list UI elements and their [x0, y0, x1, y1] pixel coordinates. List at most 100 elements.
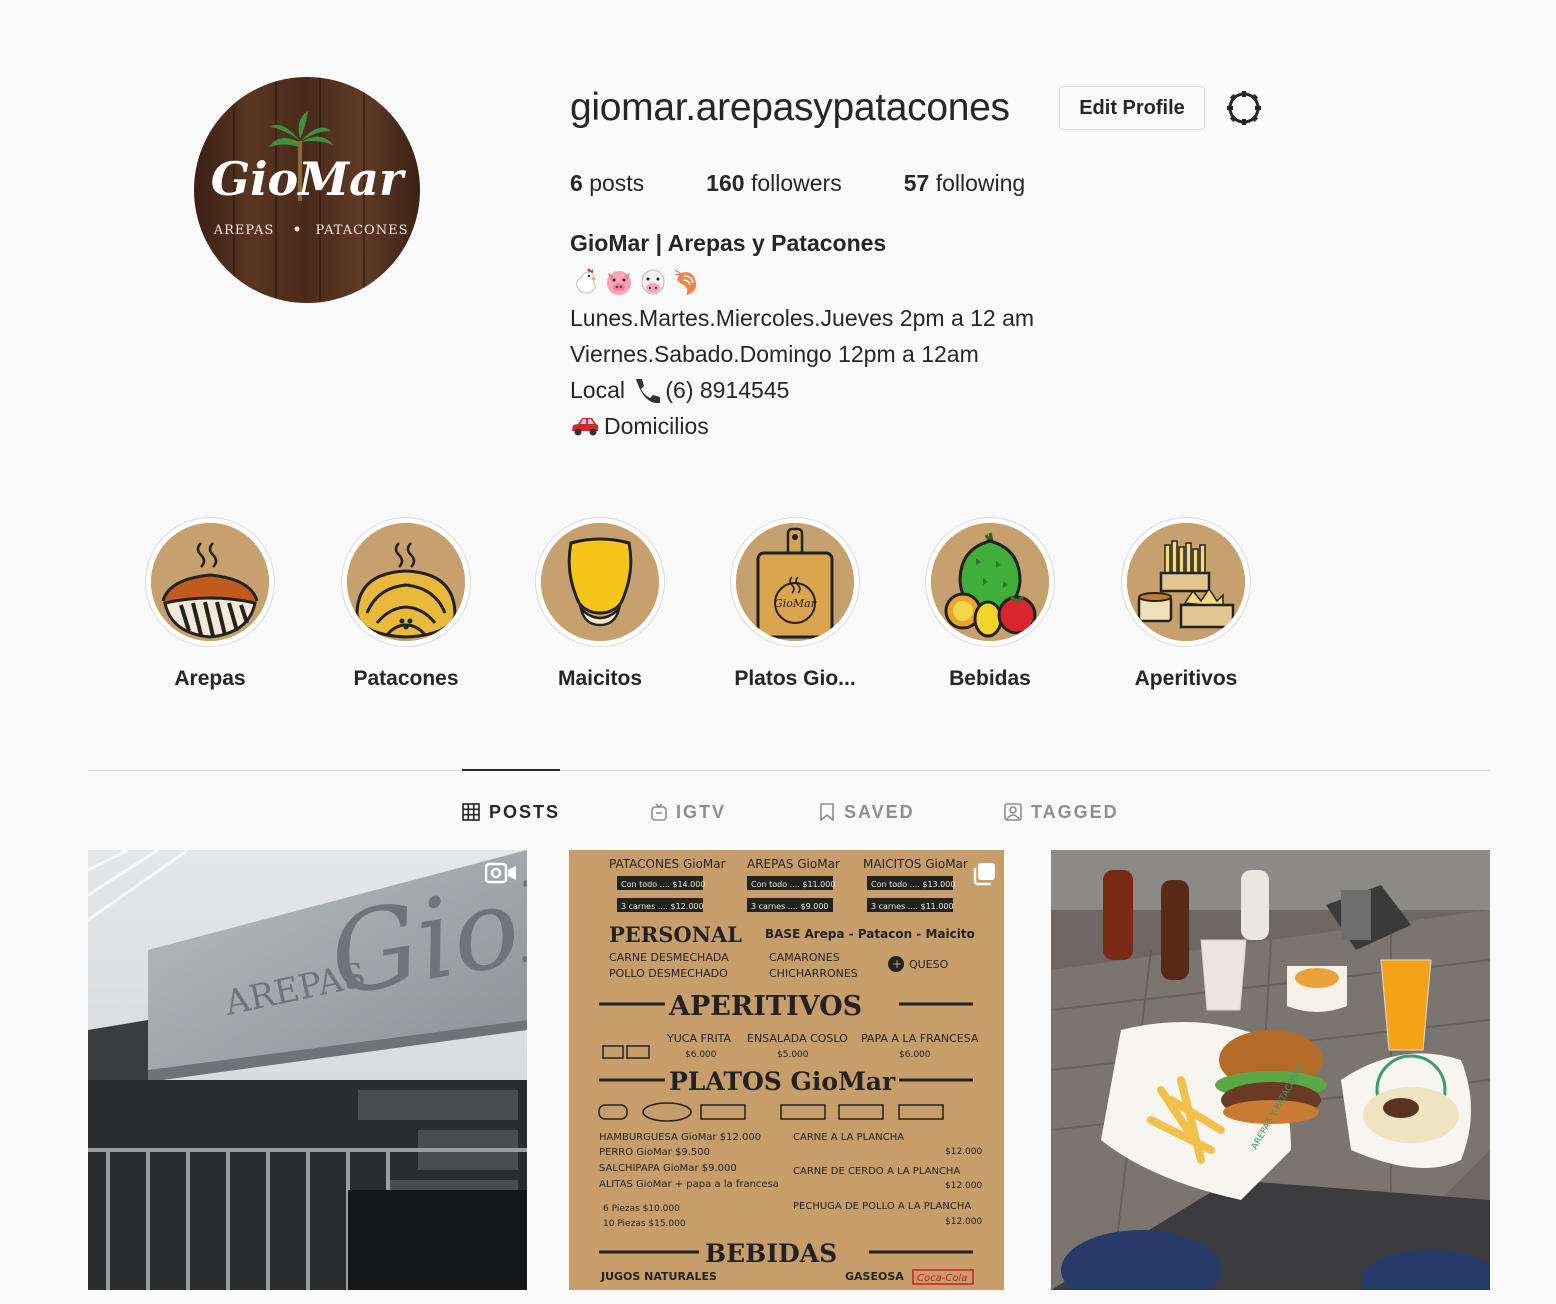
posts-count: 6 posts — [570, 170, 645, 196]
tab-saved[interactable]: SAVED — [819, 801, 915, 823]
storefront-photo: AREPAS GioMar — [88, 850, 527, 1290]
svg-text:PERRO GioMar $9.500: PERRO GioMar $9.500 — [599, 1147, 710, 1158]
chicken-icon — [576, 268, 597, 294]
profile-bio: Lunes.Martes.Miercoles.Jueves 2pm a 12 a… — [570, 264, 1034, 444]
svg-text:PAPA A LA FRANCESA: PAPA A LA FRANCESA — [861, 1032, 979, 1045]
bio-hours-weekend: Viernes.Sabado.Domingo 12pm a 12am — [570, 341, 979, 367]
svg-text:ALITAS GioMar + papa a la fran: ALITAS GioMar + papa a la francesa — [599, 1179, 779, 1190]
svg-text:AREPAS GioMar: AREPAS GioMar — [747, 857, 840, 871]
highlight-label: Platos Gio... — [734, 667, 856, 690]
following-link[interactable]: 57 following — [904, 170, 1025, 197]
svg-text:GioMar: GioMar — [211, 152, 407, 206]
cow-face-icon — [641, 269, 665, 295]
highlight-label: Maicitos — [557, 667, 643, 690]
highlight-label: Patacones — [353, 667, 459, 690]
svg-text:GioMar: GioMar — [774, 597, 817, 610]
svg-text:3 carnes .... $11.000: 3 carnes .... $11.000 — [871, 902, 954, 911]
svg-text:10 Piezas $15.000: 10 Piezas $15.000 — [603, 1219, 686, 1229]
post-thumbnail-menu[interactable]: PATACONES GioMar AREPAS GioMar MAICITOS … — [569, 850, 1004, 1290]
giomar-logo: GioMar AREPAS PATACONES — [194, 77, 420, 303]
pig-face-icon — [607, 271, 631, 295]
corn-icon — [541, 523, 659, 641]
profile-avatar[interactable]: GioMar AREPAS PATACONES — [194, 77, 420, 303]
svg-text:$12.000: $12.000 — [945, 1147, 982, 1157]
svg-text:Coca-Cola: Coca-Cola — [917, 1273, 967, 1284]
svg-text:AREPAS: AREPAS — [213, 223, 275, 238]
svg-text:CARNE A LA PLANCHA: CARNE A LA PLANCHA — [793, 1132, 904, 1143]
bio-hours-weekdays: Lunes.Martes.Miercoles.Jueves 2pm a 12 a… — [570, 305, 1035, 331]
igtv-icon — [651, 803, 667, 821]
svg-text:CHICHARRONES: CHICHARRONES — [769, 967, 858, 980]
bookmark-icon — [820, 803, 834, 821]
video-camera-icon — [485, 862, 516, 884]
car-icon — [572, 418, 598, 436]
post-thumbnail-storefront[interactable]: AREPAS GioMar — [88, 850, 527, 1290]
grid-icon — [462, 803, 480, 821]
bio-phone-line: Local (6) 8914545 — [570, 377, 790, 404]
fruits-icon — [931, 523, 1049, 641]
svg-text:SALCHIPAPA GioMar $9.000: SALCHIPAPA GioMar $9.000 — [599, 1163, 737, 1174]
svg-text:PLATOS GioMar: PLATOS GioMar — [669, 1067, 896, 1096]
svg-text:POLLO DESMECHADO: POLLO DESMECHADO — [609, 967, 728, 980]
shrimp-icon — [674, 269, 697, 295]
svg-text:$6.000: $6.000 — [899, 1050, 931, 1060]
svg-text:GASEOSA: GASEOSA — [845, 1270, 904, 1283]
profile-full-name: GioMar | Arepas y Patacones — [570, 230, 887, 256]
svg-text:JUGOS NATURALES: JUGOS NATURALES — [600, 1270, 717, 1283]
cutting-board-icon: GioMar — [736, 523, 854, 641]
post-thumbnail-food[interactable]: AREPAS Y PATACONES — [1051, 850, 1490, 1290]
tag-icon — [1004, 803, 1022, 821]
highlight-label: Aperitivos — [1134, 667, 1238, 690]
svg-text:BASE Arepa - Patacon - Maicito: BASE Arepa - Patacon - Maicito — [765, 927, 975, 941]
highlight-aperitivos[interactable]: Aperitivos — [1086, 517, 1286, 691]
arepa-icon — [151, 523, 269, 641]
svg-text:HAMBURGUESA GioMar $12.000: HAMBURGUESA GioMar $12.000 — [599, 1132, 761, 1143]
svg-text:Con todo .... $14.000: Con todo .... $14.000 — [621, 880, 705, 889]
tabs-divider — [88, 770, 1490, 771]
carousel-icon — [973, 863, 995, 886]
svg-text:+: + — [892, 957, 902, 971]
food-photo: AREPAS Y PATACONES — [1051, 850, 1490, 1290]
svg-text:PATACONES: PATACONES — [316, 223, 409, 238]
svg-text:PERSONAL: PERSONAL — [609, 922, 742, 947]
profile-stats: 6 posts 160 followers 57 following — [570, 170, 1087, 197]
fries-icon — [1127, 523, 1245, 641]
active-tab-indicator — [462, 769, 560, 771]
edit-profile-button[interactable]: Edit Profile — [1059, 86, 1205, 130]
svg-text:6 Piezas $10.000: 6 Piezas $10.000 — [603, 1204, 680, 1214]
highlight-bebidas[interactable]: Bebidas — [890, 517, 1090, 691]
svg-text:APERITIVOS: APERITIVOS — [668, 991, 862, 1022]
svg-text:$12.000: $12.000 — [945, 1217, 982, 1227]
tab-posts[interactable]: POSTS — [462, 801, 560, 823]
profile-username: giomar.arepasypatacones — [570, 86, 1010, 129]
bio-delivery-line: Domicilios — [570, 408, 1034, 444]
svg-text:PATACONES GioMar: PATACONES GioMar — [609, 857, 726, 871]
svg-text:PECHUGA DE POLLO A LA PLANCHA: PECHUGA DE POLLO A LA PLANCHA — [793, 1201, 971, 1212]
settings-gear-icon[interactable] — [1224, 88, 1264, 128]
menu-photo: PATACONES GioMar AREPAS GioMar MAICITOS … — [569, 850, 1004, 1290]
highlight-platos-giomar[interactable]: GioMar Platos Gio... — [695, 517, 895, 691]
svg-text:YUCA FRITA: YUCA FRITA — [666, 1032, 732, 1045]
svg-text:$5.000: $5.000 — [777, 1050, 809, 1060]
svg-text:Con todo .... $11.000: Con todo .... $11.000 — [751, 880, 835, 889]
svg-text:ENSALADA COSLO: ENSALADA COSLO — [747, 1032, 848, 1045]
followers-link[interactable]: 160 followers — [706, 170, 842, 197]
svg-text:CARNE DE CERDO A LA PLANCHA: CARNE DE CERDO A LA PLANCHA — [793, 1166, 960, 1177]
highlight-arepas[interactable]: Arepas — [110, 517, 310, 691]
svg-text:CARNE DESMECHADA: CARNE DESMECHADA — [609, 951, 729, 964]
tab-tagged[interactable]: TAGGED — [1004, 801, 1119, 823]
svg-text:$6.000: $6.000 — [685, 1050, 717, 1060]
svg-text:$12.000: $12.000 — [945, 1181, 982, 1191]
highlight-patacones[interactable]: Patacones — [306, 517, 506, 691]
svg-text:BEBIDAS: BEBIDAS — [705, 1239, 837, 1268]
highlight-maicitos[interactable]: Maicitos — [500, 517, 700, 691]
bio-emoji-line — [570, 264, 1034, 300]
tab-igtv[interactable]: IGTV — [651, 801, 726, 823]
svg-text:3 carnes .... $12.000: 3 carnes .... $12.000 — [621, 902, 704, 911]
telephone-icon — [636, 379, 661, 404]
svg-text:3 carnes .... $9.000: 3 carnes .... $9.000 — [751, 902, 829, 911]
highlight-label: Arepas — [174, 667, 246, 690]
svg-text:MAICITOS GioMar: MAICITOS GioMar — [863, 857, 968, 871]
svg-text:CAMARONES: CAMARONES — [769, 951, 840, 964]
highlight-label: Bebidas — [949, 667, 1031, 690]
